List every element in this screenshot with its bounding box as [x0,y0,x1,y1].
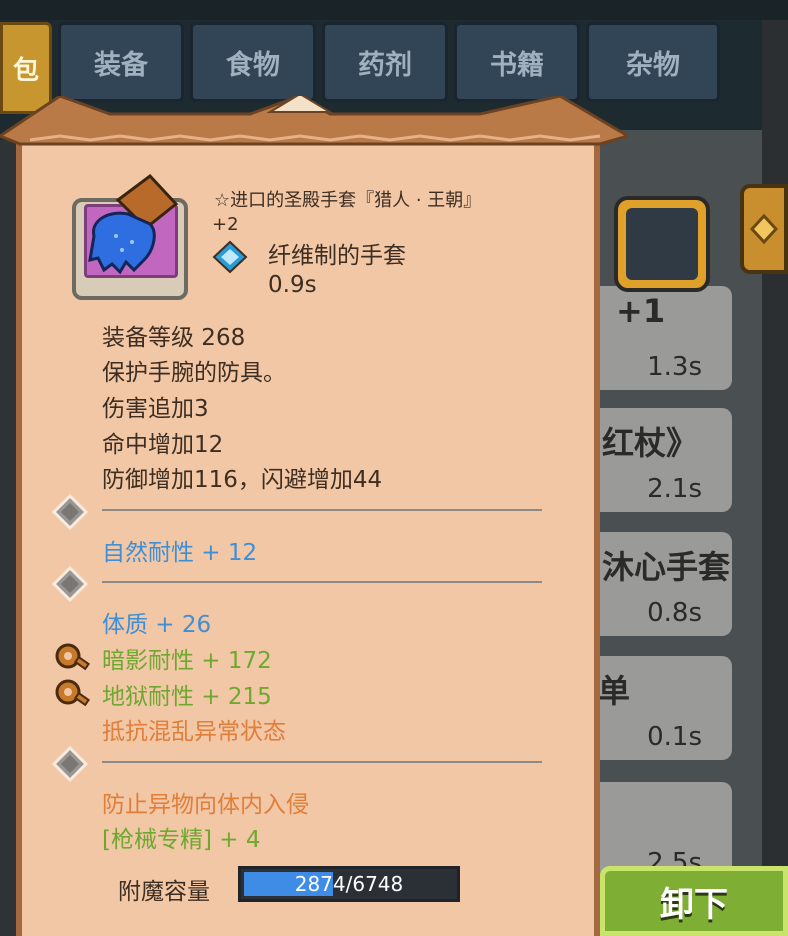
enchant-capacity-label: 附魔容量 [118,879,210,905]
bronze-gear-icon [55,679,90,707]
tab-misc[interactable]: 杂物 [586,22,720,102]
divider [102,761,542,763]
item-name: ☆进口的圣殿手套『猎人 · 王朝』 [214,190,482,211]
list-item-name: 红杖》 [602,424,699,462]
list-item-name: 沐心手套 [602,548,731,586]
stat-hit: 命中增加12 [102,432,224,458]
socket-stat: 暗影耐性 + 172 [102,648,272,674]
tooltip-roof-ornament [0,96,628,146]
enchant-capacity-value: 2874/6748 [294,872,404,896]
bronze-gear-icon [55,643,90,671]
socket-stat: 地狱耐性 + 215 [102,684,272,710]
gray-diamond-socket-icon [52,746,88,782]
socket-stat: 抵抗混乱异常状态 [102,719,286,745]
socket-stat: 自然耐性 + 12 [102,540,258,566]
stat-damage: 伤害追加3 [102,396,209,422]
stat-defense-evasion: 防御增加116，闪避增加44 [102,467,383,493]
tab-food[interactable]: 食物 [190,22,316,102]
inventory-list-item[interactable]: +1 1.3s [598,286,732,390]
divider [102,581,542,583]
equip-slot-inner [626,208,698,280]
unequip-button[interactable]: 卸下 [600,866,788,936]
socket-stat: [枪械专精] + 4 [102,827,261,853]
socket-stat: 体质 + 26 [102,612,212,638]
right-background-strip [762,20,788,936]
item-time: 0.9s [268,272,317,298]
list-item-time: 0.8s [647,598,702,628]
list-item-time: 0.1s [647,722,702,752]
gray-diamond-socket-icon [52,566,88,602]
top-bar [0,0,788,20]
diamond-marker-icon [749,213,779,245]
item-description: 保护手腕的防具。 [102,360,286,386]
equip-level: 装备等级 268 [102,325,246,351]
item-type: 纤维制的手套 [268,243,406,269]
inventory-list-item[interactable]: 单 0.1s [598,656,732,760]
list-item-time: 2.1s [647,474,702,504]
list-item-name: +1 [616,292,666,330]
inventory-list-item[interactable]: 红杖》 2.1s [598,408,732,512]
inventory-list-item[interactable]: 沐心手套 0.8s [598,532,732,636]
blue-gem-icon [212,240,248,274]
gray-diamond-socket-icon [52,494,88,530]
socket-stat: 防止异物向体内入侵 [102,792,309,818]
side-tab-button[interactable] [740,184,788,274]
tab-books[interactable]: 书籍 [454,22,580,102]
tab-equipment[interactable]: 装备 [58,22,184,102]
blue-glove-icon [88,173,179,275]
list-item-time: 1.3s [647,352,702,382]
item-enhance-level: +2 [212,214,239,235]
tab-potion[interactable]: 药剂 [322,22,448,102]
divider [102,509,542,511]
list-item-name: 单 [598,672,631,710]
